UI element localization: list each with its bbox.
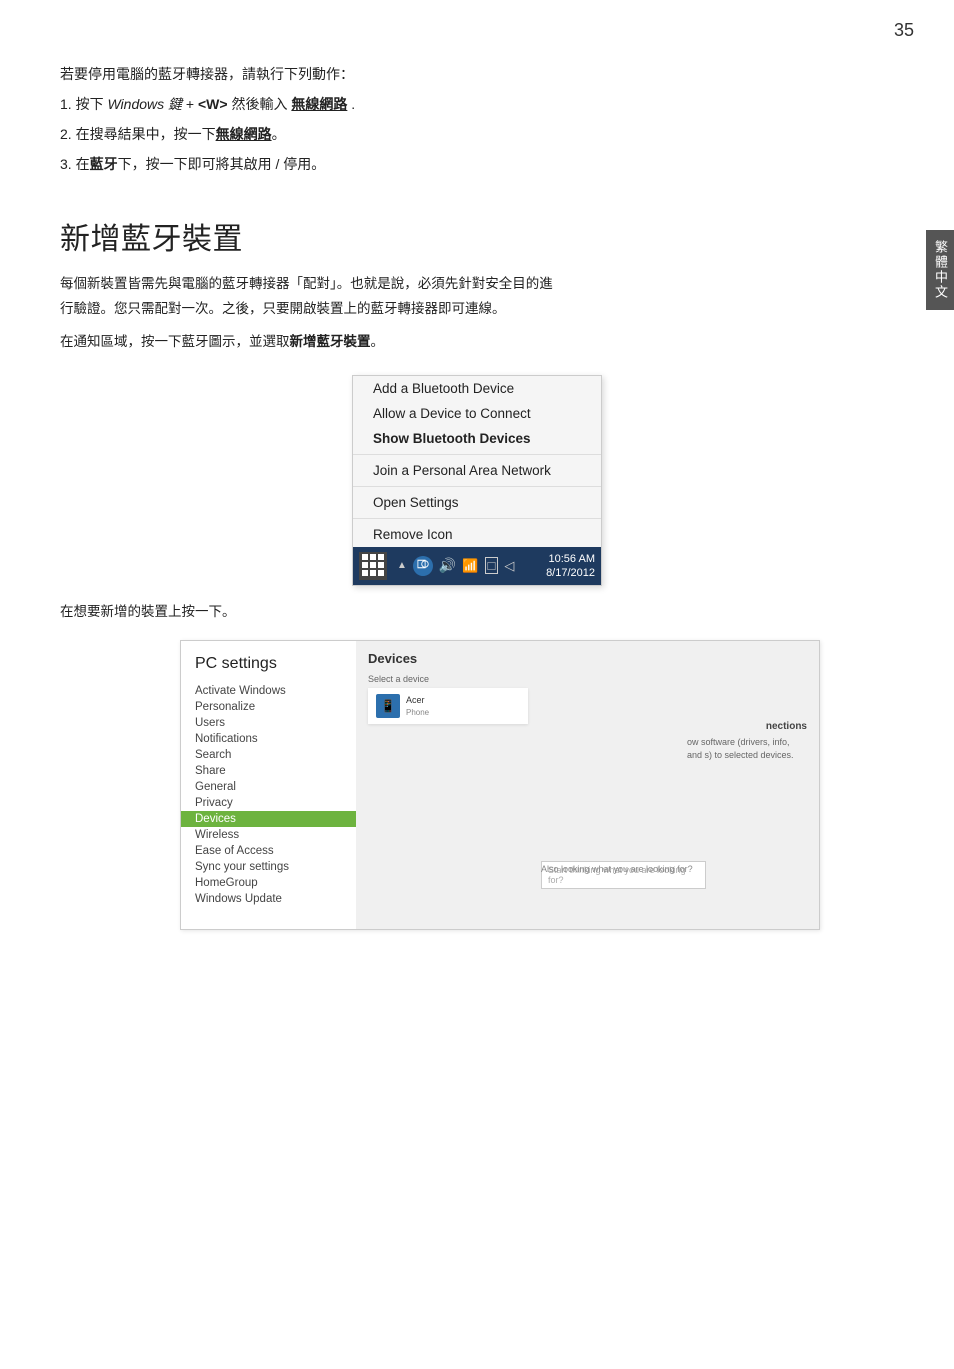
context-menu: Add a Bluetooth Device Allow a Device to… bbox=[352, 375, 602, 586]
connections-label: nections bbox=[766, 721, 807, 732]
menu-divider bbox=[353, 454, 601, 455]
intro-line0: 若要停用電腦的藍牙轉接器，請執行下列動作： bbox=[60, 60, 894, 88]
device-card[interactable]: 📱 Acer Phone bbox=[368, 688, 528, 724]
expand-arrow-icon[interactable]: ▲ bbox=[397, 560, 407, 571]
connections-desc: ow software (drivers, info, and s) to se… bbox=[687, 736, 807, 761]
bluetooth-tray-icon[interactable]: ⎄ bbox=[413, 556, 433, 576]
menu-item-remove-icon[interactable]: Remove Icon bbox=[353, 522, 601, 547]
sidebar-item-wireless[interactable]: Wireless bbox=[195, 827, 356, 843]
menu-item-add-bluetooth[interactable]: Add a Bluetooth Device bbox=[353, 376, 601, 401]
context-menu-screenshot: Add a Bluetooth Device Allow a Device to… bbox=[60, 375, 894, 586]
sidebar-item-search[interactable]: Search bbox=[195, 747, 356, 763]
menu-divider-2 bbox=[353, 486, 601, 487]
sidebar-item-notifications[interactable]: Notifications bbox=[195, 731, 356, 747]
sidebar-item-privacy[interactable]: Privacy bbox=[195, 795, 356, 811]
taskbar-time: 10:56 AM 8/17/2012 bbox=[546, 552, 595, 581]
menu-item-allow-device[interactable]: Allow a Device to Connect bbox=[353, 401, 601, 426]
pc-settings-screenshot: PC settings Activate WindowsPersonalizeU… bbox=[180, 640, 820, 930]
pc-settings-content: Devices Select a device 📱 Acer Phone nec… bbox=[356, 641, 819, 929]
menu-item-open-settings[interactable]: Open Settings bbox=[353, 490, 601, 515]
select-device-label: Select a device bbox=[368, 674, 807, 684]
menu-item-join-pan[interactable]: Join a Personal Area Network bbox=[353, 458, 601, 483]
also-section: Also looking what you are looking for? bbox=[541, 864, 701, 874]
intro-line3: 3. 在藍牙下，按一下即可將其啟用 / 停用。 bbox=[60, 150, 894, 178]
sidebar-item-devices[interactable]: Devices bbox=[181, 811, 356, 827]
taskbar-notification-icons: ▲ ⎄ 🔊 📶 □ ◁ bbox=[397, 556, 514, 576]
side-tab: 繁體中文 bbox=[926, 230, 954, 310]
device-label: Acer Phone bbox=[406, 694, 429, 718]
body-text-2: 在通知區域，按一下藍牙圖示，並選取新增藍牙裝置。 bbox=[60, 330, 894, 355]
intro-line2: 2. 在搜尋結果中，按一下無線網路。 bbox=[60, 120, 894, 148]
intro-section: 若要停用電腦的藍牙轉接器，請執行下列動作： 1. 按下 Windows 鍵 + … bbox=[60, 60, 894, 178]
action-center-icon[interactable]: □ bbox=[485, 557, 499, 574]
sidebar-item-sync-your-settings[interactable]: Sync your settings bbox=[195, 859, 356, 875]
content-title: Devices bbox=[368, 651, 807, 666]
volume-icon[interactable]: 🔊 bbox=[439, 557, 456, 574]
sidebar-item-share[interactable]: Share bbox=[195, 763, 356, 779]
battery-icon[interactable]: ◁ bbox=[504, 558, 514, 574]
network-icon[interactable]: 📶 bbox=[462, 558, 478, 574]
instruction-line: 在想要新增的裝置上按一下。 bbox=[60, 600, 894, 620]
start-button[interactable] bbox=[359, 552, 387, 580]
sidebar-item-ease-of-access[interactable]: Ease of Access bbox=[195, 843, 356, 859]
sidebar-item-users[interactable]: Users bbox=[195, 715, 356, 731]
taskbar: ▲ ⎄ 🔊 📶 □ ◁ 10:56 AM 8/17/2012 bbox=[353, 547, 601, 585]
sidebar-item-homegroup[interactable]: HomeGroup bbox=[195, 875, 356, 891]
page-number: 35 bbox=[894, 20, 914, 41]
section-heading: 新增藍牙裝置 bbox=[60, 214, 894, 258]
device-icon: 📱 bbox=[376, 694, 400, 718]
menu-divider-3 bbox=[353, 518, 601, 519]
sidebar-item-personalize[interactable]: Personalize bbox=[195, 699, 356, 715]
intro-line1: 1. 按下 Windows 鍵 + <W> 然後輸入 無線網路 . bbox=[60, 90, 894, 118]
pc-settings-nav: Activate WindowsPersonalizeUsersNotifica… bbox=[195, 683, 356, 907]
menu-item-show-bluetooth[interactable]: Show Bluetooth Devices bbox=[353, 426, 601, 451]
sidebar-item-activate-windows[interactable]: Activate Windows bbox=[195, 683, 356, 699]
start-grid bbox=[362, 554, 385, 577]
pc-settings-title: PC settings bbox=[195, 655, 356, 673]
pc-settings-sidebar: PC settings Activate WindowsPersonalizeU… bbox=[181, 641, 356, 929]
body-text-1: 每個新裝置皆需先與電腦的藍牙轉接器「配對」。也就是說，必須先針對安全目的進 行驗… bbox=[60, 272, 894, 322]
sidebar-item-windows-update[interactable]: Windows Update bbox=[195, 891, 356, 907]
sidebar-item-general[interactable]: General bbox=[195, 779, 356, 795]
